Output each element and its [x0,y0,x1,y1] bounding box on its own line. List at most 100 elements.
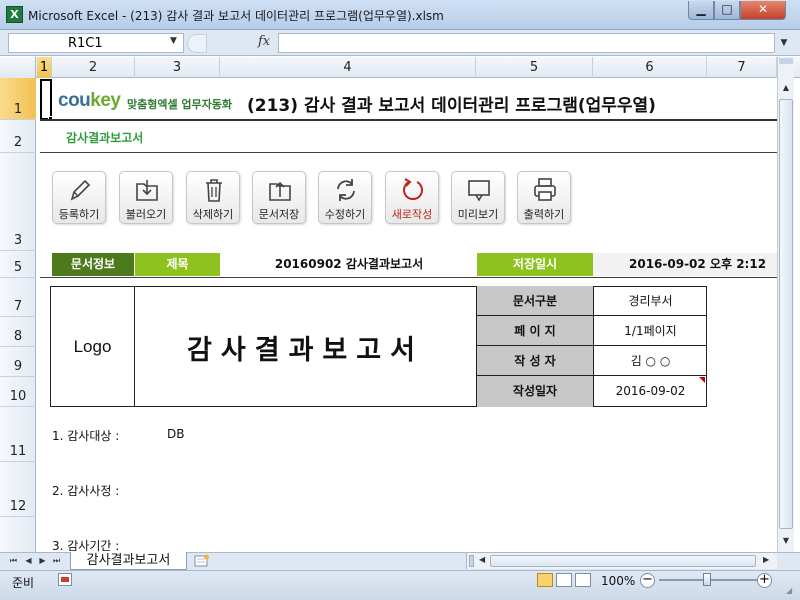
name-box-value: R1C1 [68,36,103,51]
column-header[interactable]: 1 [37,57,52,78]
saved-at-label: 저장일시 [477,253,593,276]
preview-button[interactable]: 미리보기 [451,171,505,224]
insert-sheet-icon[interactable] [194,554,210,567]
row-header[interactable]: 8 [0,317,36,347]
upload-folder-icon [269,181,291,201]
excel-app-icon[interactable]: X [6,6,23,23]
delete-button-label: 삭제하기 [192,208,234,221]
sheet-tab-active[interactable]: 감사결과보고서 [70,552,187,570]
window-title: Microsoft Excel - (213) 감사 결과 보고서 데이터관리 … [28,9,444,23]
scroll-right-icon[interactable]: ▶ [763,555,769,564]
column-header[interactable]: 3 [135,57,220,78]
chevron-down-icon[interactable]: ▼ [170,36,177,46]
meta-label-author: 작 성 자 [476,346,593,376]
meta-value-page[interactable]: 1/1페이지 [593,316,707,346]
scroll-left-icon[interactable]: ◀ [479,555,485,564]
zoom-out-icon[interactable]: − [640,573,655,588]
macro-record-icon[interactable] [58,573,72,586]
zoom-slider-thumb[interactable] [703,573,711,586]
save-document-button[interactable]: 문서저장 [252,171,306,224]
document-heading: 감사결과보고서 [187,335,424,366]
first-sheet-icon[interactable]: ⏮ [8,555,19,567]
page-break-view-icon[interactable] [575,573,591,587]
sync-icon [337,179,355,201]
maximize-button[interactable]: □ [714,1,740,20]
pencil-icon [70,179,91,201]
horizontal-scroll-thumb[interactable] [490,555,756,567]
next-sheet-icon[interactable]: ▶ [37,555,48,567]
close-button[interactable]: ✕ [740,1,786,20]
trash-icon [206,179,222,202]
program-title: (213) 감사 결과 보고서 데이터관리 프로그램(업무우열) [247,96,656,116]
page-layout-view-icon[interactable] [556,573,572,587]
title-label: 제목 [135,253,220,276]
meta-value-doc-type[interactable]: 경리부서 [593,286,707,316]
insert-function-icon[interactable]: fx [258,34,270,49]
select-all-corner[interactable] [0,57,36,78]
vertical-split-handle[interactable] [779,58,793,64]
download-folder-icon [136,180,158,201]
scroll-down-icon[interactable]: ▼ [779,533,793,549]
register-button[interactable]: 등록하기 [52,171,106,224]
scroll-up-icon[interactable]: ▲ [779,80,793,96]
expand-formula-icon[interactable]: ▼ [777,33,791,53]
audit-target-label: 1. 감사대상 : [52,429,120,443]
vertical-scroll-thumb[interactable] [779,99,793,529]
status-bar [0,570,800,600]
edit-button[interactable]: 수정하기 [318,171,372,224]
load-button-label: 불러오기 [125,208,167,221]
row-header[interactable]: 5 [0,251,36,278]
subtitle-divider [40,152,777,153]
audit-circumstance-label: 2. 감사사정 : [52,484,120,498]
brand-logo: coukey [58,90,121,112]
load-button[interactable]: 불러오기 [119,171,173,224]
brand-logo-co: cou [58,90,91,111]
zoom-in-icon[interactable]: + [757,573,772,588]
meta-label-page: 페 이 지 [476,316,593,346]
row-header[interactable]: 3 [0,153,36,251]
row-header[interactable]: 7 [0,278,36,317]
row-header[interactable]: 11 [0,407,36,462]
title-value[interactable]: 20160902 감사결과보고서 [222,253,476,276]
row-header[interactable]: 1 [0,78,36,120]
column-header[interactable]: 2 [52,57,135,78]
new-document-button[interactable]: 새로작성 [385,171,439,224]
column-header[interactable]: 7 [707,57,777,78]
register-button-label: 등록하기 [58,208,100,221]
edit-button-label: 수정하기 [324,208,366,221]
meta-value-date[interactable]: 2016-09-02 [593,376,707,407]
minimize-button[interactable]: ▁ [688,1,714,20]
saved-at-value[interactable]: 2016-09-02 오후 2:12 [593,253,777,276]
monitor-icon [468,180,490,202]
row-header[interactable]: 9 [0,347,36,377]
sheet-subtitle: 감사결과보고서 [66,131,144,145]
column-header[interactable]: 6 [593,57,707,78]
new-document-button-label: 새로작성 [391,208,433,221]
normal-view-icon[interactable] [537,573,553,587]
brand-tagline: 맞춤형엑셀 업무자동화 [127,98,233,111]
last-sheet-icon[interactable]: ⏭ [51,555,62,567]
preview-button-label: 미리보기 [457,208,499,221]
header-divider [40,119,777,121]
meta-label-doc-type: 문서구분 [476,286,593,316]
print-button[interactable]: 출력하기 [517,171,571,224]
zoom-level[interactable]: 100% [601,574,635,588]
meta-value-author[interactable]: 김 ○ ○ [593,346,707,376]
printer-icon [534,178,556,201]
audit-target-value[interactable]: DB [167,427,184,441]
delete-button[interactable]: 삭제하기 [186,171,240,224]
row-header[interactable]: 12 [0,462,36,517]
resize-grip-icon[interactable]: ◢ [786,586,796,596]
tab-split-handle[interactable] [469,555,474,567]
formula-input[interactable] [278,33,775,53]
active-cell-cursor[interactable] [40,79,52,120]
column-header[interactable]: 4 [220,57,476,78]
column-header[interactable]: 5 [476,57,593,78]
formula-bar-divider [187,34,207,53]
prev-sheet-icon[interactable]: ◀ [23,555,34,567]
comment-indicator-icon[interactable] [699,377,705,383]
doc-info-label: 문서정보 [52,253,134,276]
row-header[interactable]: 2 [0,120,36,153]
brand-logo-key: key [90,90,121,111]
row-header[interactable]: 10 [0,377,36,407]
